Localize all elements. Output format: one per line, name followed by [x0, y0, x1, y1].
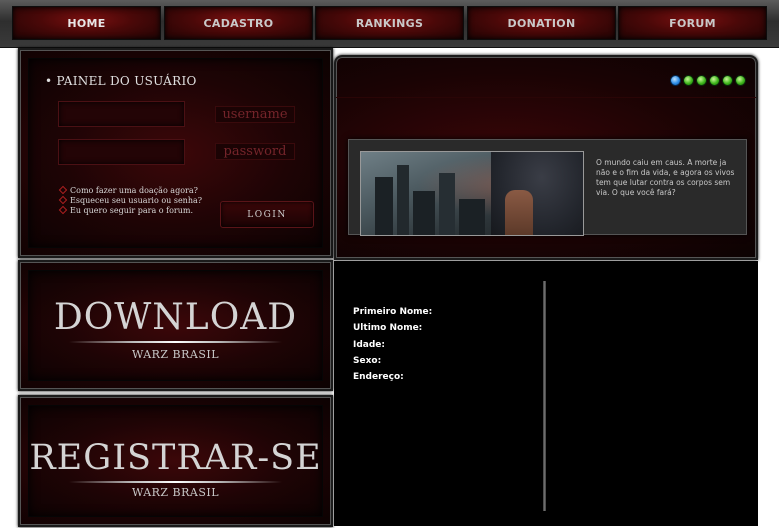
nav-cadastro[interactable]: CADASTRO	[164, 6, 313, 40]
nav-forum[interactable]: FORUM	[618, 6, 767, 40]
download-divider	[69, 341, 282, 343]
slider-dot-3[interactable]	[696, 75, 707, 86]
download-title: DOWNLOAD	[53, 297, 298, 338]
username-label: username	[215, 106, 295, 123]
slider-dots	[668, 71, 746, 90]
slider-header-divider	[336, 97, 756, 98]
register-subtitle: WARZ BRASIL	[131, 486, 220, 499]
password-label: password	[215, 143, 295, 160]
ruined-building	[459, 199, 485, 235]
slider-dot-5[interactable]	[722, 75, 733, 86]
link-forum[interactable]: Eu quero seguir para o forum.	[58, 205, 194, 216]
diamond-bullet-icon	[58, 205, 68, 215]
download-subtitle: WARZ BRASIL	[131, 348, 220, 361]
login-panel-inner: • PAINEL DO USUÁRIO username password Co…	[28, 58, 323, 248]
top-nav-bar: HOME CADASTRO RANKINGS DONATION FORUM	[0, 0, 779, 48]
login-panel: • PAINEL DO USUÁRIO username password Co…	[18, 48, 333, 258]
link-forum-text: Eu quero seguir para o forum.	[70, 206, 194, 215]
password-input[interactable]	[58, 139, 185, 165]
slider-dot-2[interactable]	[683, 75, 694, 86]
ruined-building	[413, 191, 435, 235]
news-box: O mundo caiu em caus. A morte ja não e o…	[348, 139, 747, 236]
news-slider-panel: O mundo caiu em caus. A morte ja não e o…	[334, 55, 758, 260]
slider-dot-6[interactable]	[735, 75, 746, 86]
link-donation[interactable]: Como fazer uma doação agora?	[58, 185, 198, 196]
profile-age-label: Idade:	[353, 340, 386, 350]
diamond-bullet-icon	[58, 195, 68, 205]
login-panel-title: • PAINEL DO USUÁRIO	[45, 74, 197, 88]
nav-donation[interactable]: DONATION	[467, 6, 616, 40]
link-forgot-text: Esqueceu seu usuario ou senha?	[70, 196, 203, 205]
diamond-bullet-icon	[58, 185, 68, 195]
profile-sex-label: Sexo:	[353, 356, 382, 366]
profile-panel: Primeiro Nome: Ultimo Nome: Idade: Sexo:…	[334, 261, 758, 526]
ruined-building	[439, 173, 455, 235]
profile-divider	[543, 281, 546, 511]
slider-dot-1[interactable]	[670, 75, 681, 86]
ruined-building	[375, 177, 393, 235]
nav-home[interactable]: HOME	[12, 6, 161, 40]
username-input[interactable]	[58, 101, 185, 127]
news-image[interactable]	[360, 151, 584, 236]
link-forgot-credentials[interactable]: Esqueceu seu usuario ou senha?	[58, 195, 203, 206]
register-banner[interactable]: REGISTRAR-SE WARZ BRASIL	[18, 395, 333, 527]
register-title: REGISTRAR-SE	[29, 438, 322, 478]
slider-dot-4[interactable]	[709, 75, 720, 86]
login-button[interactable]: LOGIN	[220, 201, 314, 228]
profile-first-name-label: Primeiro Nome:	[353, 307, 433, 317]
download-banner-inner: DOWNLOAD WARZ BRASIL	[28, 270, 323, 381]
download-banner[interactable]: DOWNLOAD WARZ BRASIL	[18, 260, 333, 391]
register-divider	[69, 481, 282, 483]
news-text: O mundo caiu em caus. A morte ja não e o…	[596, 158, 735, 197]
profile-address-label: Endereço:	[353, 372, 404, 382]
nav-rankings[interactable]: RANKINGS	[315, 6, 464, 40]
ruined-building	[397, 165, 409, 235]
register-banner-inner: REGISTRAR-SE WARZ BRASIL	[28, 405, 323, 517]
survivor-arm	[505, 190, 533, 235]
link-donation-text: Como fazer uma doação agora?	[70, 186, 198, 195]
profile-last-name-label: Ultimo Nome:	[353, 323, 423, 333]
